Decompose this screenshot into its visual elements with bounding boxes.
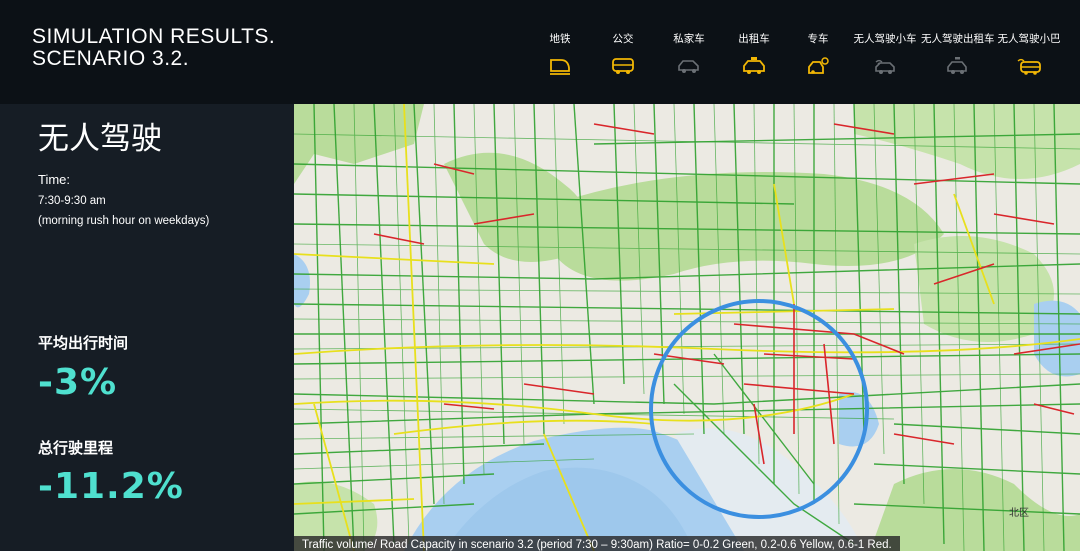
subway-icon	[550, 59, 570, 75]
mode-label: 专车	[807, 33, 829, 45]
mode-label: 地铁	[549, 33, 571, 45]
avg-travel-time-value: -3%	[38, 362, 118, 403]
mode-subway[interactable]: 地铁	[524, 31, 596, 75]
mode-autonomous-taxi[interactable]: 无人驾驶出租车	[921, 31, 995, 75]
page-title: SIMULATION RESULTS. SCENARIO 3.2.	[32, 26, 275, 70]
mode-label: 无人驾驶小车	[853, 33, 917, 45]
mode-private-car[interactable]: 私家车	[653, 31, 725, 75]
mode-label: 公交	[612, 33, 634, 45]
total-mileage-value: -11.2%	[38, 466, 184, 507]
mode-autonomous-car[interactable]: 无人驾驶小车	[849, 31, 921, 75]
page-title-line1: SIMULATION RESULTS.	[32, 25, 276, 48]
top-bar: SIMULATION RESULTS. SCENARIO 3.2. 地铁 公交 …	[0, 0, 1080, 104]
time-label: Time:	[38, 172, 71, 187]
time-range: 7:30-9:30 am	[38, 195, 106, 207]
total-mileage-label: 总行驶里程	[38, 439, 114, 457]
avg-travel-time-label: 平均出行时间	[38, 334, 129, 352]
mode-label: 无人驾驶小巴	[997, 33, 1061, 45]
mode-label: 无人驾驶出租车	[921, 33, 995, 45]
district-label: 北区	[1009, 508, 1029, 519]
taxi-icon	[743, 57, 765, 74]
map-caption: Traffic volume/ Road Capacity in scenari…	[294, 533, 1080, 551]
mode-ride-hailing[interactable]: 专车	[782, 31, 854, 75]
map-canvas	[294, 104, 1080, 551]
mode-autonomous-minibus[interactable]: 无人驾驶小巴	[993, 31, 1065, 75]
traffic-map[interactable]: 北区 Traffic volume/ Road Capacity in scen…	[294, 104, 1080, 551]
mode-label: 私家车	[673, 33, 705, 45]
autonomous-taxi-icon	[947, 57, 967, 74]
autonomous-minibus-icon	[1017, 58, 1041, 75]
mode-label: 出租车	[738, 33, 770, 45]
time-note: (morning rush hour on weekdays)	[38, 215, 210, 227]
map-caption-text: Traffic volume/ Road Capacity in scenari…	[294, 536, 900, 551]
ride-hailing-icon	[808, 57, 829, 74]
page-title-line2: SCENARIO 3.2.	[32, 47, 190, 70]
mode-taxi[interactable]: 出租车	[718, 31, 790, 75]
private-car-icon	[678, 60, 699, 73]
autonomous-car-icon	[875, 59, 895, 74]
mode-title: 无人驾驶	[38, 121, 162, 157]
mode-bus[interactable]: 公交	[587, 31, 659, 75]
bus-icon	[612, 58, 634, 74]
